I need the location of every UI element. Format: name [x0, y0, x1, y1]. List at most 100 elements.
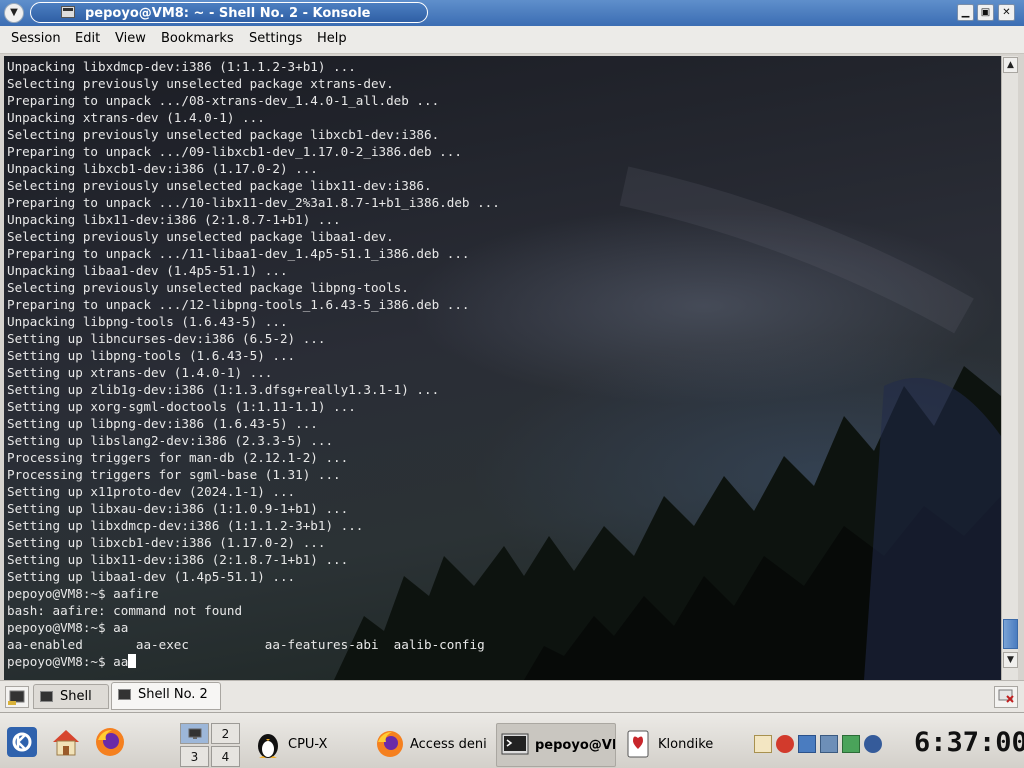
- menu-edit[interactable]: Edit: [75, 31, 100, 46]
- window-title: pepoyo@VM8: ~ - Shell No. 2 - Konsole: [85, 6, 371, 21]
- terminal-icon: [118, 689, 131, 700]
- terminal-line: bash: aafire: command not found: [7, 603, 243, 618]
- scroll-up-arrow-icon[interactable]: ▲: [1003, 57, 1018, 73]
- terminal-line: Selecting previously unselected package …: [7, 178, 432, 193]
- terminal-line: Setting up libncurses-dev:i386 (6.5-2) .…: [7, 331, 326, 346]
- menu-view[interactable]: View: [115, 31, 146, 46]
- terminal-view[interactable]: Unpacking libxdmcp-dev:i386 (1:1.1.2-3+b…: [4, 56, 1001, 680]
- terminal-line: Processing triggers for man-db (2.12.1-2…: [7, 450, 349, 465]
- menu-help[interactable]: Help: [317, 31, 347, 46]
- desktop-3[interactable]: 3: [180, 746, 209, 767]
- close-session-button[interactable]: [994, 686, 1018, 708]
- terminal-line: Setting up libpng-tools (1.6.43-5) ...: [7, 348, 296, 363]
- task-label: Klondike: [658, 737, 714, 752]
- terminal-line: Selecting previously unselected package …: [7, 280, 409, 295]
- firefox-launcher[interactable]: [94, 726, 126, 758]
- terminal-line: Preparing to unpack .../10-libx11-dev_2%…: [7, 195, 500, 210]
- terminal-line: Selecting previously unselected package …: [7, 76, 394, 91]
- terminal-line: Setting up xtrans-dev (1.4.0-1) ...: [7, 365, 273, 380]
- minimize-button[interactable]: ▁: [957, 4, 974, 21]
- terminal-line: Processing triggers for sgml-base (1.31)…: [7, 467, 341, 482]
- terminal-line: Unpacking libxdmcp-dev:i386 (1:1.1.2-3+b…: [7, 59, 356, 74]
- task-konsole[interactable]: pepoyo@VM: [496, 723, 616, 767]
- window-titlebar[interactable]: ▼ pepoyo@VM8: ~ - Shell No. 2 - Konsole …: [0, 0, 1024, 26]
- tab-label: Shell No. 2: [138, 687, 208, 702]
- kde-menu-button[interactable]: [6, 726, 38, 758]
- home-launcher[interactable]: [50, 726, 82, 758]
- desktop-pager: 2 3 4: [180, 723, 240, 767]
- scrollbar-thumb[interactable]: [1003, 619, 1018, 649]
- desktop-1[interactable]: [180, 723, 209, 744]
- terminal-line: pepoyo@VM8:~$ aa: [7, 620, 129, 635]
- kde-panel: 2 3 4 CPU-X Access deni pepoyo@VM: [0, 712, 1024, 768]
- terminal-line: Selecting previously unselected package …: [7, 127, 440, 142]
- tab-shell[interactable]: Shell: [33, 684, 109, 709]
- firefox-icon: [377, 731, 403, 757]
- network-disconnected-icon[interactable]: [776, 735, 794, 753]
- task-cpu-x[interactable]: CPU-X: [250, 723, 368, 767]
- session-tabbar: Shell Shell No. 2: [0, 680, 1024, 712]
- terminal-line: Unpacking libx11-dev:i386 (2:1.8.7-1+b1)…: [7, 212, 341, 227]
- display-icon[interactable]: [798, 735, 816, 753]
- monitor-icon: [188, 728, 201, 739]
- terminal-line: Selecting previously unselected package …: [7, 229, 394, 244]
- terminal-line: Preparing to unpack .../09-libxcb1-dev_1…: [7, 144, 462, 159]
- update-icon[interactable]: [842, 735, 860, 753]
- task-firefox[interactable]: Access deni: [372, 723, 492, 767]
- kde-logo-icon: [7, 727, 37, 757]
- close-button[interactable]: ✕: [998, 4, 1015, 21]
- menu-settings[interactable]: Settings: [249, 31, 302, 46]
- terminal-line: Setting up x11proto-dev (2024.1-1) ...: [7, 484, 296, 499]
- maximize-button[interactable]: ▣: [977, 4, 994, 21]
- terminal-line: aa-enabled aa-exec aa-features-abi aalib…: [7, 637, 485, 652]
- new-session-icon: [8, 690, 25, 705]
- terminal-line: Preparing to unpack .../08-xtrans-dev_1.…: [7, 93, 440, 108]
- terminal-line: Setting up libpng-dev:i386 (1.6.43-5) ..…: [7, 416, 318, 431]
- menu-session[interactable]: Session: [11, 31, 61, 46]
- klipper-icon[interactable]: [754, 735, 772, 753]
- terminal-line: Setting up xorg-sgml-doctools (1:1.11-1.…: [7, 399, 356, 414]
- terminal-line: Setting up libx11-dev:i386 (2:1.8.7-1+b1…: [7, 552, 349, 567]
- panel-clock[interactable]: 6:37:00: [914, 727, 1024, 759]
- terminal-icon: [40, 691, 53, 702]
- desktop-2[interactable]: 2: [211, 723, 240, 744]
- text-cursor: [128, 654, 137, 668]
- firefox-icon: [96, 728, 124, 756]
- menubar: Session Edit View Bookmarks Settings Hel…: [0, 26, 1024, 54]
- tab-shell-no-2[interactable]: Shell No. 2: [111, 682, 221, 710]
- menu-bookmarks[interactable]: Bookmarks: [161, 31, 234, 46]
- tux-icon: [258, 734, 278, 758]
- terminal-line: Preparing to unpack .../12-libpng-tools_…: [7, 297, 470, 312]
- task-klondike[interactable]: Klondike: [620, 723, 744, 767]
- terminal-icon: [501, 733, 529, 755]
- terminal-prompt: pepoyo@VM8:~$: [7, 654, 114, 669]
- home-icon: [53, 730, 79, 756]
- terminal-line: Setting up zlib1g-dev:i386 (1:1.3.dfsg+r…: [7, 382, 440, 397]
- scroll-down-arrow-icon[interactable]: ▼: [1003, 652, 1018, 668]
- desktop-4[interactable]: 4: [211, 746, 240, 767]
- terminal-line: Setting up libxau-dev:i386 (1:1.0.9-1+b1…: [7, 501, 349, 516]
- system-tray: [754, 727, 894, 759]
- window-menu-button[interactable]: ▼: [4, 3, 24, 23]
- terminal-line: Setting up libslang2-dev:i386 (2.3.3-5) …: [7, 433, 334, 448]
- terminal-line: Setting up libxdmcp-dev:i386 (1:1.1.2-3+…: [7, 518, 364, 533]
- cards-icon: [627, 730, 649, 758]
- terminal-input[interactable]: aa: [113, 654, 128, 669]
- task-label: Access deni: [410, 737, 487, 752]
- terminal-prompt-line[interactable]: pepoyo@VM8:~$ aa: [7, 653, 500, 670]
- task-label: pepoyo@VM: [535, 738, 615, 753]
- terminal-line: Unpacking libxcb1-dev:i386 (1.17.0-2) ..…: [7, 161, 318, 176]
- terminal-scrollbar[interactable]: ▲ ▼: [1001, 56, 1018, 680]
- screenshot-icon[interactable]: [820, 735, 838, 753]
- title-pill: pepoyo@VM8: ~ - Shell No. 2 - Konsole: [30, 2, 428, 23]
- terminal-line: pepoyo@VM8:~$ aafire: [7, 586, 159, 601]
- task-label: CPU-X: [288, 737, 328, 752]
- terminal-icon: [61, 6, 75, 18]
- terminal-line: Setting up libxcb1-dev:i386 (1.17.0-2) .…: [7, 535, 326, 550]
- terminal-output: Unpacking libxdmcp-dev:i386 (1:1.1.2-3+b…: [7, 58, 500, 670]
- terminal-line: Unpacking xtrans-dev (1.4.0-1) ...: [7, 110, 265, 125]
- tab-label: Shell: [60, 689, 92, 704]
- bluetooth-icon[interactable]: [864, 735, 882, 753]
- new-session-button[interactable]: [5, 686, 29, 708]
- terminal-line: Preparing to unpack .../11-libaa1-dev_1.…: [7, 246, 470, 261]
